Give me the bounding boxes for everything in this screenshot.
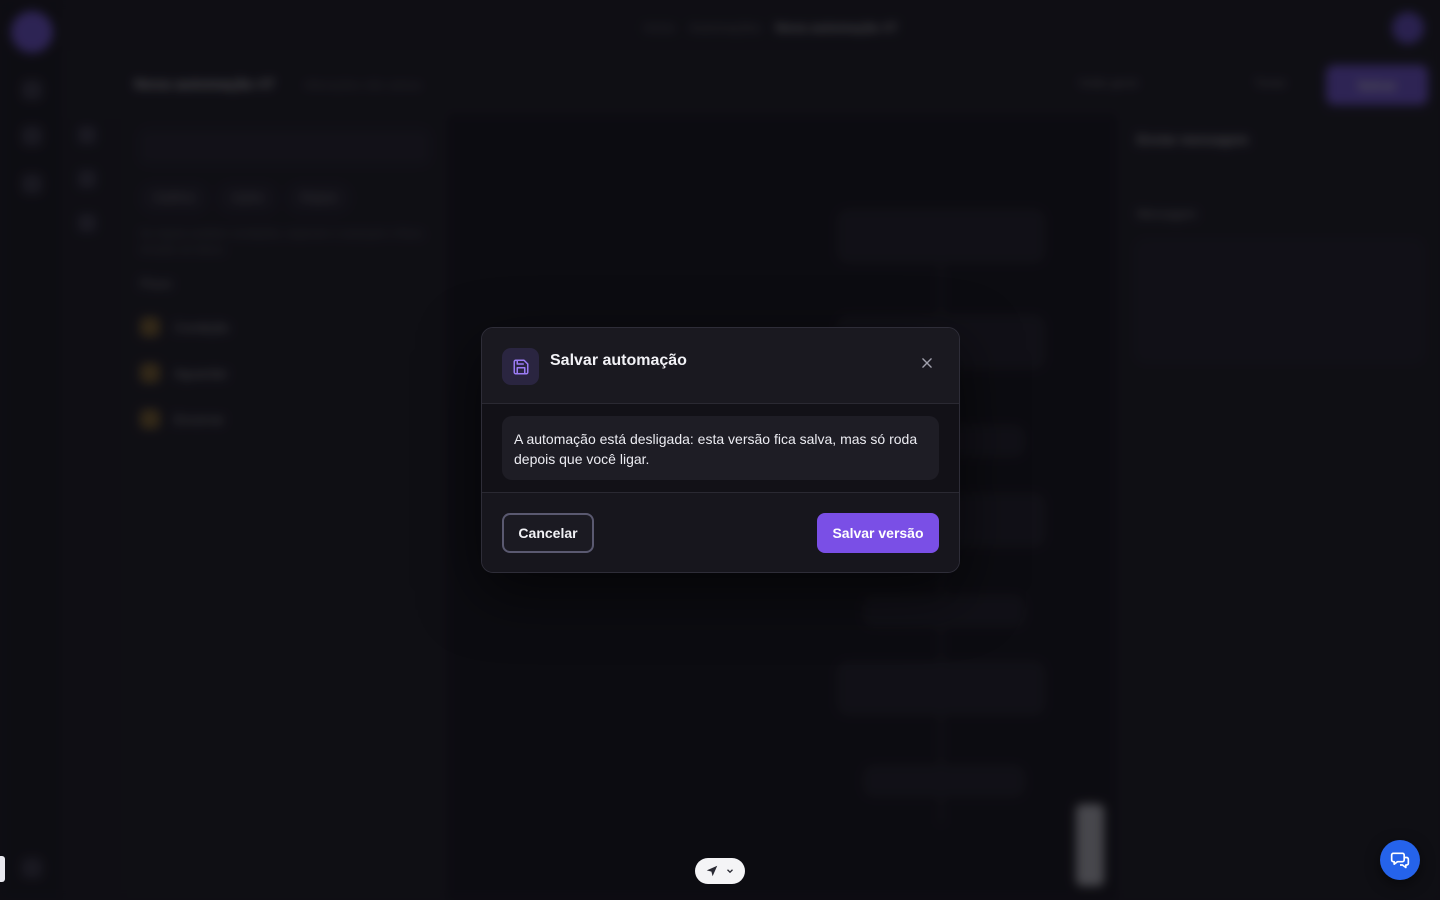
- save-icon: [502, 348, 539, 385]
- dialog-footer: Cancelar Salvar versão: [482, 493, 959, 572]
- support-chat-button[interactable]: [1380, 840, 1420, 880]
- dialog-title: Salvar automação: [550, 352, 687, 369]
- cancel-button[interactable]: Cancelar: [502, 513, 594, 553]
- edge-handle[interactable]: [0, 856, 5, 882]
- navigation-arrow-icon: [706, 865, 718, 877]
- chat-icon: [1390, 852, 1410, 869]
- save-automation-dialog: Salvar automação A automação está deslig…: [481, 327, 960, 573]
- app-root: Início Automações Nova automação #7 Nova…: [0, 0, 1440, 900]
- dialog-body: A automação está desligada: esta versão …: [482, 404, 959, 493]
- chevron-down-icon: [727, 869, 733, 874]
- dialog-message: A automação está desligada: esta versão …: [502, 416, 939, 480]
- dialog-header: Salvar automação: [482, 328, 959, 404]
- close-icon[interactable]: [915, 351, 939, 375]
- save-version-button[interactable]: Salvar versão: [817, 513, 939, 553]
- canvas-mode-toggle[interactable]: [695, 858, 745, 884]
